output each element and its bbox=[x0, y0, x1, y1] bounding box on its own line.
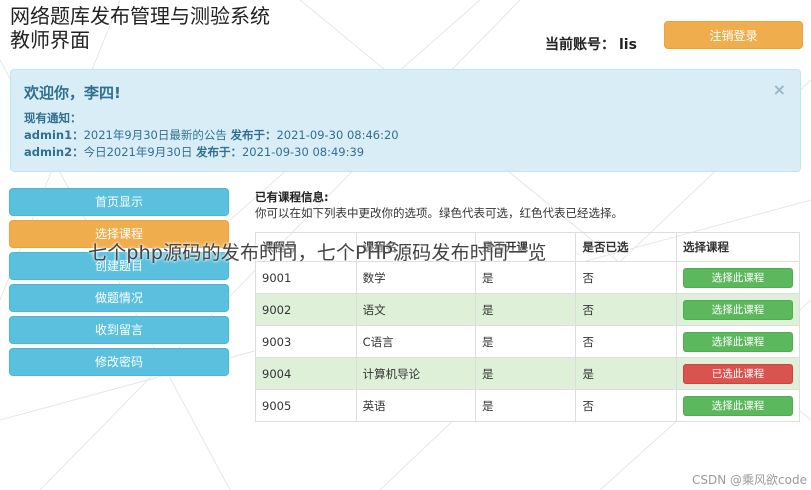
course-selected-button[interactable]: 已选此课程 bbox=[682, 363, 793, 384]
system-title-line1: 网络题库发布管理与测验系统 bbox=[10, 4, 270, 28]
system-title-line2: 教师界面 bbox=[10, 28, 90, 52]
logout-button[interactable]: 注销登录 bbox=[664, 21, 803, 49]
cell-course-name: 数学 bbox=[355, 261, 476, 294]
notice-time: 2021-09-30 08:46:20 bbox=[276, 128, 399, 142]
account-label: 当前账号： bbox=[545, 37, 615, 53]
cell-chosen: 否 bbox=[575, 261, 677, 294]
course-info-subheading: 你可以在如下列表中更改你的选项。绿色代表可选，红色代表已经选择。 bbox=[255, 206, 623, 220]
close-icon[interactable]: × bbox=[773, 80, 786, 99]
table-row: 9005 英语 是 否 选择此课程 bbox=[255, 389, 801, 422]
table-row: 9004 计算机导论 是 是 已选此课程 bbox=[255, 357, 801, 390]
notice-publish-label: 发布于： bbox=[230, 128, 277, 142]
cell-open: 是 bbox=[474, 293, 577, 326]
current-account: 当前账号： lis bbox=[545, 34, 637, 54]
cell-action: 选择此课程 bbox=[675, 325, 801, 358]
csdn-watermark: CSDN @乘风欲code bbox=[692, 473, 807, 487]
cell-open: 是 bbox=[474, 325, 577, 358]
cell-chosen: 否 bbox=[575, 389, 677, 422]
notice-item: admin1：2021年9月30日最新的公告 发布于：2021-09-30 08… bbox=[24, 127, 399, 143]
welcome-text: 欢迎你，李四! bbox=[24, 84, 121, 102]
col-action: 选择课程 bbox=[675, 232, 801, 262]
select-course-button[interactable]: 选择此课程 bbox=[682, 331, 793, 352]
cell-course-id: 9005 bbox=[255, 389, 357, 422]
table-row: 9001 数学 是 否 选择此课程 bbox=[255, 261, 801, 294]
account-id: lis bbox=[619, 37, 637, 53]
article-title-overlay: 七个php源码的发布时间，七个PHP源码发布时间一览 bbox=[88, 242, 547, 264]
cell-chosen: 否 bbox=[575, 293, 677, 326]
cell-course-id: 9001 bbox=[255, 261, 357, 294]
table-row: 9003 C语言 是 否 选择此课程 bbox=[255, 325, 801, 358]
notice-text: 今日2021年9月30日 bbox=[83, 145, 193, 159]
welcome-alert: 欢迎你，李四! × 现有通知： admin1：2021年9月30日最新的公告 发… bbox=[10, 69, 801, 172]
notice-time: 2021-09-30 08:49:39 bbox=[241, 145, 365, 159]
cell-course-name: C语言 bbox=[355, 325, 476, 358]
cell-course-id: 9004 bbox=[255, 357, 357, 390]
cell-course-name: 英语 bbox=[355, 389, 476, 422]
cell-action: 已选此课程 bbox=[675, 357, 801, 390]
notice-user: admin2： bbox=[24, 145, 84, 159]
cell-course-name: 语文 bbox=[355, 293, 476, 326]
cell-action: 选择此课程 bbox=[675, 261, 801, 294]
menu-answer-status[interactable]: 做题情况 bbox=[9, 284, 229, 312]
cell-chosen: 是 bbox=[575, 357, 677, 390]
menu-change-password[interactable]: 修改密码 bbox=[9, 348, 229, 376]
cell-course-id: 9002 bbox=[255, 293, 357, 326]
cell-action: 选择此课程 bbox=[675, 389, 801, 422]
notice-text: 2021年9月30日最新的公告 bbox=[83, 128, 227, 142]
cell-course-name: 计算机导论 bbox=[355, 357, 476, 390]
cell-course-id: 9003 bbox=[255, 325, 357, 358]
menu-home[interactable]: 首页显示 bbox=[9, 188, 229, 216]
table-row: 9002 语文 是 否 选择此课程 bbox=[255, 293, 801, 326]
select-course-button[interactable]: 选择此课程 bbox=[682, 395, 793, 416]
notice-user: admin1： bbox=[24, 128, 84, 142]
select-course-button[interactable]: 选择此课程 bbox=[682, 299, 793, 320]
col-chosen: 是否已选 bbox=[575, 232, 677, 262]
cell-open: 是 bbox=[474, 357, 577, 390]
system-title: 网络题库发布管理与测验系统 教师界面 bbox=[10, 4, 270, 52]
select-course-button[interactable]: 选择此课程 bbox=[682, 267, 793, 288]
cell-open: 是 bbox=[474, 389, 577, 422]
notice-publish-label: 发布于： bbox=[195, 145, 242, 159]
menu-messages[interactable]: 收到留言 bbox=[9, 316, 229, 344]
cell-chosen: 否 bbox=[575, 325, 677, 358]
cell-open: 是 bbox=[474, 261, 577, 294]
course-info-heading: 已有课程信息: bbox=[255, 190, 329, 204]
notice-item: admin2：今日2021年9月30日 发布于：2021-09-30 08:49… bbox=[24, 144, 364, 160]
cell-action: 选择此课程 bbox=[675, 293, 801, 326]
notice-label: 现有通知： bbox=[24, 111, 82, 125]
